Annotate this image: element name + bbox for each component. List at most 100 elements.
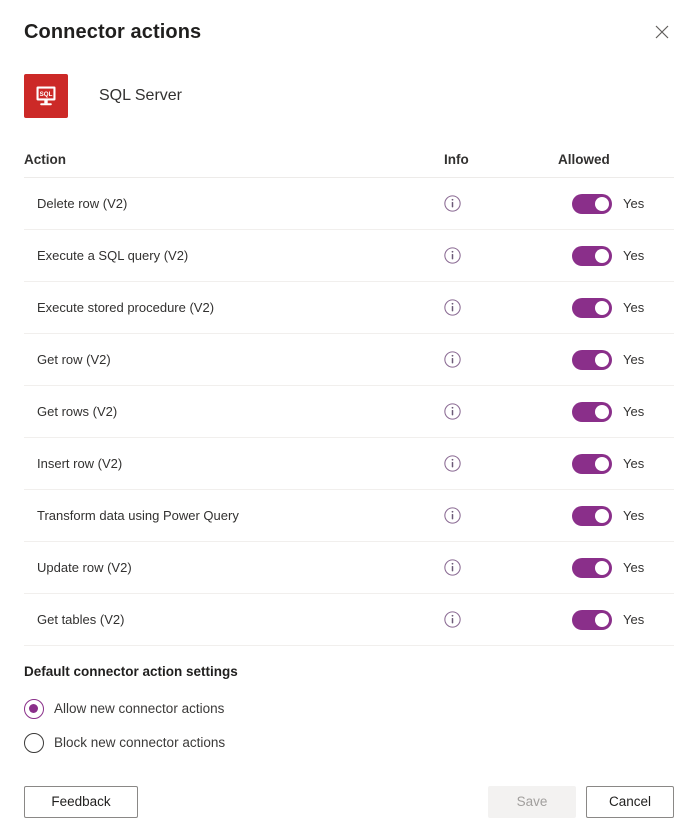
toggle-knob (595, 613, 609, 627)
allowed-toggle[interactable] (572, 402, 612, 422)
cancel-button[interactable]: Cancel (586, 786, 674, 818)
table-row: Execute stored procedure (V2)Yes (24, 282, 674, 334)
table-row: Insert row (V2) Yes (24, 438, 674, 490)
info-icon[interactable] (444, 403, 461, 420)
footer-actions: Save Cancel (488, 786, 674, 818)
allowed-toggle-label: Yes (623, 559, 644, 577)
radio-indicator[interactable] (24, 699, 44, 719)
allowed-toggle[interactable] (572, 194, 612, 214)
action-label: Get row (V2) (24, 352, 111, 367)
action-cell: Get tables (V2) (24, 611, 430, 629)
info-icon[interactable] (444, 299, 461, 316)
table-row: Execute a SQL query (V2) Yes (24, 230, 674, 282)
allowed-toggle[interactable] (572, 610, 612, 630)
allowed-cell: Yes (552, 350, 698, 370)
allowed-toggle-label: Yes (623, 455, 644, 473)
table-row: Get rows (V2) Yes (24, 386, 674, 438)
allowed-toggle[interactable] (572, 298, 612, 318)
table-row: Get row (V2) Yes (24, 334, 674, 386)
action-label: Get tables (V2) (24, 612, 124, 627)
toggle-knob (595, 561, 609, 575)
allowed-cell: Yes (552, 246, 698, 266)
svg-text:SQL: SQL (40, 91, 53, 98)
action-cell: Execute a SQL query (V2) (24, 247, 430, 265)
info-icon[interactable] (444, 455, 461, 472)
defaults-title: Default connector action settings (24, 663, 674, 681)
allowed-toggle-label: Yes (623, 247, 644, 265)
action-label: Execute stored procedure (V2) (24, 300, 214, 315)
info-cell (430, 299, 552, 316)
allowed-cell: Yes (552, 454, 698, 474)
radio-label: Allow new connector actions (54, 699, 224, 718)
allowed-toggle[interactable] (572, 454, 612, 474)
allowed-toggle[interactable] (572, 246, 612, 266)
connector-actions-panel: Connector actions SQL SQL Server Ac (0, 0, 698, 831)
info-icon[interactable] (444, 507, 461, 524)
action-label: Insert row (V2) (24, 456, 122, 471)
allowed-cell: Yes (552, 402, 698, 422)
feedback-button[interactable]: Feedback (24, 786, 138, 818)
toggle-knob (595, 509, 609, 523)
allowed-toggle-label: Yes (623, 611, 644, 629)
info-cell (430, 351, 552, 368)
radio-indicator[interactable] (24, 733, 44, 753)
toggle-knob (595, 197, 609, 211)
column-header-action: Action (24, 152, 66, 167)
action-label: Get rows (V2) (24, 404, 117, 419)
column-header-allowed: Allowed (538, 151, 610, 169)
default-connector-action-settings: Default connector action settings Allow … (24, 663, 674, 756)
toggle-knob (595, 353, 609, 367)
radio-label: Block new connector actions (54, 733, 225, 752)
action-label: Delete row (V2) (24, 196, 127, 211)
allowed-toggle-label: Yes (623, 507, 644, 525)
radio-option-block[interactable]: Block new connector actions (24, 729, 674, 756)
panel-header: Connector actions (24, 0, 674, 64)
action-cell: Delete row (V2) (24, 195, 430, 213)
table-body: Delete row (V2)YesExecute a SQL query (V… (24, 178, 674, 646)
table-row: Transform data using Power Query Yes (24, 490, 674, 542)
column-header-action-cell: Action (24, 151, 430, 169)
default-action-radio-group: Allow new connector actions Block new con… (24, 695, 674, 756)
table-row: Update row (V2) Yes (24, 542, 674, 594)
allowed-cell: Yes (552, 506, 698, 526)
info-cell (430, 611, 552, 628)
page-title: Connector actions (24, 18, 201, 46)
allowed-toggle[interactable] (572, 350, 612, 370)
info-icon[interactable] (444, 611, 461, 628)
connector-name: SQL Server (99, 85, 182, 107)
action-cell: Update row (V2) (24, 559, 430, 577)
allowed-toggle[interactable] (572, 558, 612, 578)
toggle-knob (595, 301, 609, 315)
allowed-cell: Yes (552, 558, 698, 578)
info-icon[interactable] (444, 351, 461, 368)
save-button[interactable]: Save (488, 786, 576, 818)
info-icon[interactable] (444, 195, 461, 212)
action-cell: Insert row (V2) (24, 455, 430, 473)
close-icon (655, 25, 669, 39)
info-cell (430, 559, 552, 576)
info-icon[interactable] (444, 247, 461, 264)
allowed-cell: Yes (552, 298, 698, 318)
connector-identity: SQL SQL Server (24, 73, 674, 119)
toggle-knob (595, 249, 609, 263)
info-cell (430, 247, 552, 264)
info-icon[interactable] (444, 559, 461, 576)
column-header-allowed-cell: Allowed (538, 151, 674, 169)
action-label: Update row (V2) (24, 560, 132, 575)
allowed-toggle-label: Yes (623, 351, 644, 369)
action-cell: Get row (V2) (24, 351, 430, 369)
allowed-cell: Yes (552, 610, 698, 630)
panel-footer: Feedback Save Cancel (24, 786, 674, 818)
radio-option-allow[interactable]: Allow new connector actions (24, 695, 674, 722)
info-cell (430, 507, 552, 524)
close-button[interactable] (644, 14, 680, 50)
allowed-toggle[interactable] (572, 506, 612, 526)
table-row: Get tables (V2) Yes (24, 594, 674, 646)
column-header-info-cell: Info (430, 151, 538, 169)
sql-server-icon: SQL (24, 74, 68, 118)
action-cell: Transform data using Power Query (24, 507, 430, 525)
table-header-row: Action Info Allowed (24, 139, 674, 178)
allowed-cell: Yes (552, 194, 698, 214)
toggle-knob (595, 457, 609, 471)
allowed-toggle-label: Yes (623, 403, 644, 421)
